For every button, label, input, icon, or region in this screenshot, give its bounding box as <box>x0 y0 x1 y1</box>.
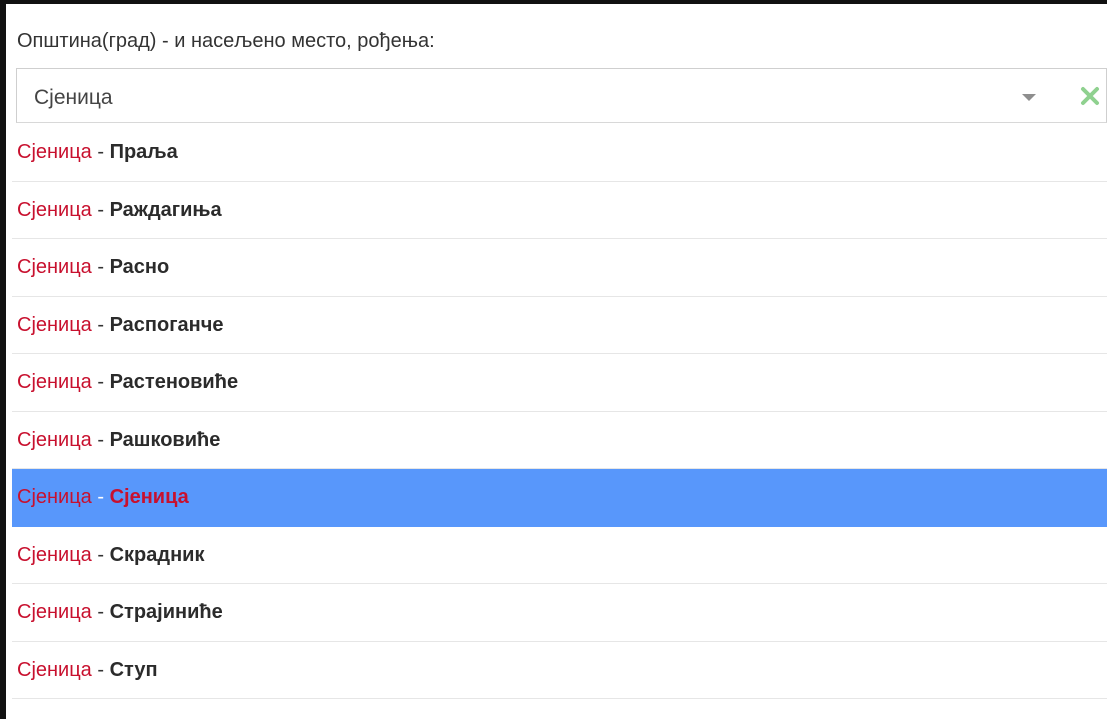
chevron-down-icon[interactable] <box>1022 94 1036 101</box>
option-separator: - <box>91 198 110 221</box>
option-place: Растеновиће <box>109 371 239 393</box>
municipality-select[interactable]: Сјеница <box>16 68 1107 123</box>
option-place: Сјеница <box>109 486 189 508</box>
option-item[interactable]: Сјеница - Рашковиће <box>12 412 1107 469</box>
option-place: Расно <box>109 256 170 278</box>
option-item[interactable]: Сјеница - Распоганче <box>12 297 1107 354</box>
option-item[interactable]: Сјеница - Растеновиће <box>12 354 1107 412</box>
option-city: Сјеница <box>17 198 92 221</box>
option-city: Сјеница <box>17 256 92 278</box>
option-separator: - <box>91 658 110 681</box>
option-place: Страјиниће <box>109 601 223 623</box>
option-city: Сјеница <box>17 658 92 681</box>
option-separator: - <box>91 141 110 163</box>
option-city: Сјеница <box>17 543 92 566</box>
option-city: Сјеница <box>17 141 92 163</box>
form-panel: Општина(град) - и насељено место, рођења… <box>0 0 1107 719</box>
option-separator: - <box>91 256 110 278</box>
option-item[interactable]: Сјеница - Страјиниће <box>12 584 1107 642</box>
option-place: Рашковиће <box>109 428 221 451</box>
option-separator: - <box>91 313 110 336</box>
option-separator: - <box>91 371 110 393</box>
selected-value: Сјеница <box>34 86 113 109</box>
option-separator: - <box>91 601 110 623</box>
option-place: Распоганче <box>109 313 224 336</box>
option-item[interactable]: Сјеница - Расно <box>12 239 1107 297</box>
option-city: Сјеница <box>17 486 92 508</box>
option-separator: - <box>91 543 110 566</box>
option-city: Сјеница <box>17 601 92 623</box>
option-item[interactable]: Сјеница - Ступ <box>12 642 1107 699</box>
option-place: Прaља <box>109 141 178 163</box>
clear-x-icon[interactable] <box>1079 85 1101 107</box>
option-item-highlighted[interactable]: Сјеница - Сјеница <box>12 469 1107 527</box>
option-item[interactable]: Сјеница - Прaља <box>12 124 1107 182</box>
option-place: Скрадник <box>109 543 205 566</box>
option-item[interactable]: Сјеница - Раждагиња <box>12 182 1107 239</box>
option-city: Сјеница <box>17 371 92 393</box>
option-place: Раждагиња <box>109 198 222 221</box>
option-item[interactable]: Сјеница - Скрадник <box>12 527 1107 584</box>
option-separator: - <box>91 486 110 508</box>
option-city: Сјеница <box>17 313 92 336</box>
option-place: Ступ <box>109 658 158 681</box>
options-list: Сјеница - Прaља Сјеница - Раждагиња Сјен… <box>12 124 1107 699</box>
option-separator: - <box>91 428 110 451</box>
option-city: Сјеница <box>17 428 92 451</box>
field-label: Општина(град) - и насељено место, рођења… <box>17 30 435 52</box>
